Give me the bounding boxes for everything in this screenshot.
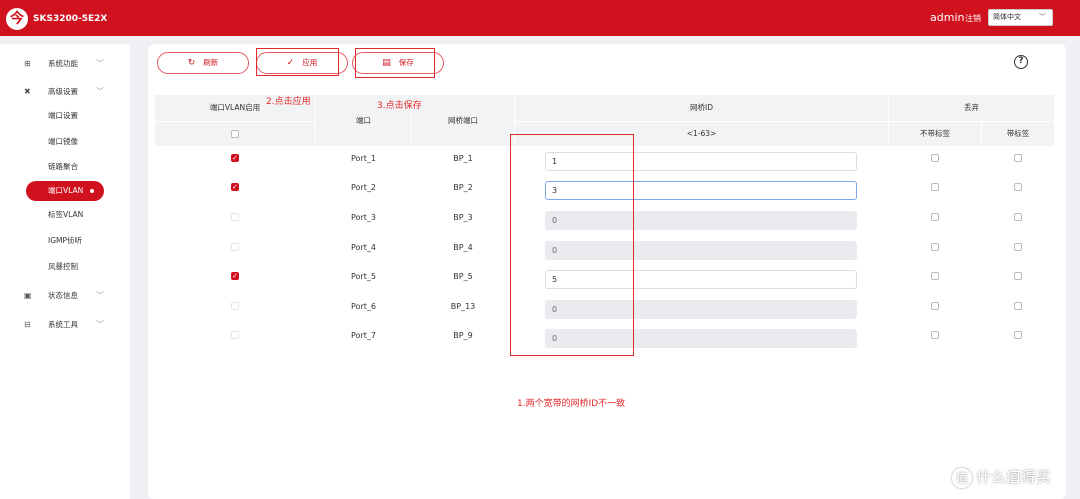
bridge-port: BP_4 (453, 243, 473, 252)
col-bridge-id-header: 网桥ID (515, 95, 888, 121)
port-name: Port_3 (351, 213, 376, 222)
drop-untagged-checkbox[interactable] (931, 243, 939, 251)
port-name: Port_2 (351, 183, 376, 192)
port-name: Port_6 (351, 302, 376, 311)
port-name: Port_5 (351, 272, 376, 281)
port-name: Port_7 (351, 331, 376, 340)
enable-checkbox[interactable]: ✓ (231, 183, 239, 191)
sidebar-sub-igmp[interactable]: IGMP侦听 (48, 231, 82, 251)
sidebar-sub-link-aggregation[interactable]: 链路聚合 (48, 157, 78, 177)
drop-tagged-checkbox[interactable] (1014, 154, 1022, 162)
username: admin (930, 11, 965, 24)
annotation-step1: 1.两个宽带的网桥ID不一致 (517, 399, 626, 409)
drop-tagged-checkbox[interactable] (1014, 302, 1022, 310)
help-icon[interactable]: ? (1014, 55, 1028, 69)
bridge-port: BP_13 (450, 302, 476, 311)
active-dot-icon (90, 189, 94, 193)
bridge-port: BP_2 (453, 183, 473, 192)
drop-tagged-checkbox[interactable] (1014, 331, 1022, 339)
drop-tagged-checkbox[interactable] (1014, 243, 1022, 251)
port-name: Port_4 (351, 243, 376, 252)
tools-icon: ✖ (24, 87, 31, 96)
top-bar: 今 SKS3200-5E2X admin 注销 简体中文 ﹀ (0, 0, 1080, 36)
drop-untagged-checkbox[interactable] (931, 213, 939, 221)
drop-untagged-checkbox[interactable] (931, 154, 939, 162)
select-all-checkbox[interactable] (231, 130, 239, 138)
chevron-down-icon: ﹀ (96, 59, 104, 68)
bridge-port: BP_9 (453, 331, 473, 340)
sidebar-item-label: 高级设置 (48, 87, 78, 96)
logout-link[interactable]: 注销 (965, 13, 981, 24)
annotation-bridge-id-box (510, 134, 634, 356)
chevron-up-icon: ﹀ (96, 87, 104, 96)
enable-checkbox[interactable]: ✓ (231, 272, 239, 280)
device-model: SKS3200-5E2X (33, 14, 108, 24)
language-select[interactable]: 简体中文 ﹀ (988, 9, 1053, 26)
button-label: 刷新 (203, 58, 219, 67)
sidebar-sub-tag-vlan[interactable]: 标签VLAN (48, 205, 83, 225)
col-bridge-port-header: 网桥端口 (412, 95, 514, 146)
chevron-down-icon: ﹀ (1039, 13, 1046, 21)
toolbox-icon: ⊟ (24, 320, 31, 329)
enable-checkbox[interactable] (231, 302, 239, 310)
enable-checkbox[interactable] (231, 331, 239, 339)
drop-tagged-checkbox[interactable] (1014, 272, 1022, 280)
sidebar-sub-storm-control[interactable]: 风暴控制 (48, 257, 78, 277)
sidebar-item-label: 系统工具 (48, 320, 78, 329)
chevron-down-icon: ﹀ (96, 291, 104, 300)
chevron-down-icon: ﹀ (96, 320, 104, 329)
bridge-port: BP_5 (453, 272, 473, 281)
watermark-logo-icon: 值 (952, 467, 972, 488)
annotation-apply-box (256, 48, 339, 76)
annotation-save-box (355, 48, 435, 78)
enable-checkbox[interactable] (231, 243, 239, 251)
brand-logo-icon: 今 (6, 8, 28, 30)
language-value: 简体中文 (993, 13, 1021, 21)
sidebar-item-label: 状态信息 (48, 291, 78, 300)
drop-untagged-checkbox[interactable] (931, 183, 939, 191)
annotation-step2: 2.点击应用 (266, 97, 311, 107)
watermark: 值什么值得买 (952, 466, 1051, 488)
sidebar-sub-port-settings[interactable]: 端口设置 (48, 106, 78, 126)
sidebar-item-label: 端口VLAN (48, 186, 84, 195)
monitor-icon: ▣ (24, 291, 32, 300)
drop-tagged-checkbox[interactable] (1014, 213, 1022, 221)
col-tagged-header: 带标签 (982, 122, 1054, 146)
col-untagged-header: 不带标签 (889, 122, 981, 146)
bridge-port: BP_3 (453, 213, 473, 222)
sidebar-sub-port-vlan[interactable]: 端口VLAN (26, 181, 104, 201)
annotation-step3: 3.点击保存 (377, 101, 422, 111)
drop-untagged-checkbox[interactable] (931, 331, 939, 339)
port-name: Port_1 (351, 154, 376, 163)
bridge-port: BP_1 (453, 154, 473, 163)
watermark-text: 什么值得买 (976, 468, 1052, 486)
drop-tagged-checkbox[interactable] (1014, 183, 1022, 191)
sidebar-sub-port-mirror[interactable]: 端口镜像 (48, 132, 78, 152)
sidebar-item-label: 系统功能 (48, 59, 78, 68)
sidebar-item-advanced[interactable]: ✖ 高级设置 ﹀ (0, 82, 130, 102)
refresh-icon: ↻ (187, 58, 196, 68)
enable-checkbox[interactable]: ✓ (231, 154, 239, 162)
enable-checkbox[interactable] (231, 213, 239, 221)
col-drop-header: 丢弃 (889, 95, 1054, 121)
sidebar-item-system[interactable]: ⊞ 系统功能 ﹀ (0, 54, 130, 74)
sidebar-item-status[interactable]: ▣ 状态信息 ﹀ (0, 286, 130, 306)
grid-icon: ⊞ (24, 59, 31, 68)
drop-untagged-checkbox[interactable] (931, 302, 939, 310)
sidebar-item-tools[interactable]: ⊟ 系统工具 ﹀ (0, 315, 130, 335)
drop-untagged-checkbox[interactable] (931, 272, 939, 280)
refresh-button[interactable]: ↻ 刷新 (157, 52, 249, 74)
